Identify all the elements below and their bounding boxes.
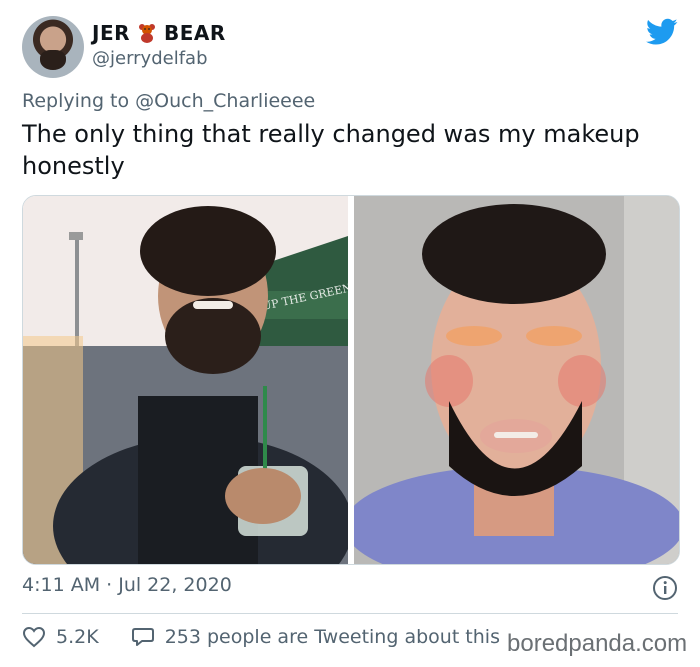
photo-after-makeup[interactable] <box>354 196 679 564</box>
info-icon[interactable] <box>652 575 678 601</box>
teddy-bear-emoji-icon <box>138 23 156 43</box>
photo-before-makeup[interactable]: UP THE GREEN <box>23 196 348 564</box>
photo-before-illustration: UP THE GREEN <box>23 196 348 564</box>
watermark: boredpanda.com <box>507 630 688 657</box>
avatar-beard <box>40 50 66 70</box>
like-count: 5.2K <box>56 626 99 648</box>
replying-mention-link[interactable]: @Ouch_Charlieeee <box>135 90 315 112</box>
replying-prefix: Replying to <box>22 90 130 112</box>
photo-after-illustration <box>354 196 679 564</box>
display-name[interactable]: JER BEAR <box>92 21 226 45</box>
like-action[interactable]: 5.2K <box>22 626 99 648</box>
tweet-actions: 5.2K 253 people are Tweeting about this <box>22 626 532 648</box>
display-name-part1: JER <box>92 21 131 45</box>
comment-bubble-icon <box>131 628 154 646</box>
avatar[interactable] <box>22 16 84 78</box>
display-name-part2: BEAR <box>164 21 226 45</box>
user-handle[interactable]: @jerrydelfab <box>92 48 208 69</box>
tweet-timestamp[interactable]: 4:11 AM · Jul 22, 2020 <box>22 574 232 596</box>
tweet-text: The only thing that really changed was m… <box>22 120 640 180</box>
replying-to-line: Replying to @Ouch_Charlieeee <box>22 90 315 112</box>
tweeting-about-text: 253 people are Tweeting about this <box>164 626 500 648</box>
heart-icon <box>22 626 46 648</box>
tweet-media[interactable]: UP THE GREEN <box>22 195 680 565</box>
tweeting-about-action[interactable]: 253 people are Tweeting about this <box>131 626 500 648</box>
twitter-bird-icon[interactable] <box>646 18 678 46</box>
divider <box>22 613 678 614</box>
